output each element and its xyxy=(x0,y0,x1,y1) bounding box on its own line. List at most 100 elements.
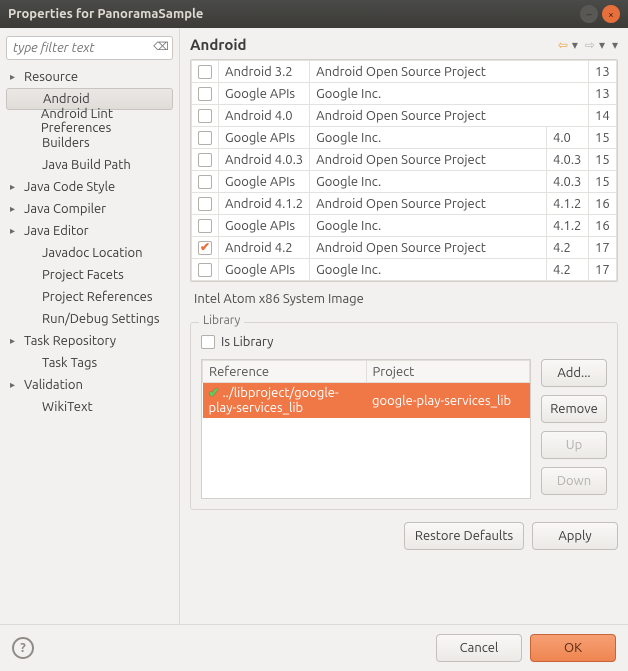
clear-filter-icon[interactable]: ⌫ xyxy=(153,40,169,56)
target-vendor: Google Inc. xyxy=(310,215,547,237)
target-vendor: Android Open Source Project xyxy=(310,105,589,127)
sidebar-item-java-code-style[interactable]: ▸Java Code Style xyxy=(6,176,173,198)
target-checkbox[interactable] xyxy=(198,87,212,101)
target-row[interactable]: Google APIsGoogle Inc.4.015 xyxy=(192,127,617,149)
library-row[interactable]: ../libproject/google-play-services_libgo… xyxy=(203,383,530,419)
target-row[interactable]: Android 4.1.2Android Open Source Project… xyxy=(192,193,617,215)
sidebar-item-wikitext[interactable]: WikiText xyxy=(6,396,173,418)
cancel-button[interactable]: Cancel xyxy=(436,634,522,662)
target-vendor: Google Inc. xyxy=(310,259,547,281)
col-reference[interactable]: Reference xyxy=(203,361,367,383)
target-name: Google APIs xyxy=(219,215,310,237)
close-icon[interactable]: × xyxy=(602,5,620,23)
sidebar-item-label: Java Code Style xyxy=(22,180,115,194)
main-panel: Android ⇦▾ ⇨▾ ▾ Android 3.2Android Open … xyxy=(180,28,628,624)
window-title: Properties for PanoramaSample xyxy=(8,7,576,21)
target-row[interactable]: Android 3.2Android Open Source Project13 xyxy=(192,61,617,83)
target-checkbox[interactable] xyxy=(198,109,212,123)
is-library-checkbox[interactable] xyxy=(201,335,215,349)
target-row[interactable]: Android 4.2Android Open Source Project4.… xyxy=(192,237,617,259)
target-api: 15 xyxy=(589,171,617,193)
filter-input[interactable] xyxy=(6,36,173,60)
sidebar-item-project-references[interactable]: Project References xyxy=(6,286,173,308)
disclosure-icon: ▸ xyxy=(10,203,22,215)
sidebar-item-label: Java Editor xyxy=(22,224,89,238)
sidebar-item-java-editor[interactable]: ▸Java Editor xyxy=(6,220,173,242)
target-vendor: Android Open Source Project xyxy=(310,193,547,215)
apply-button[interactable]: Apply xyxy=(532,522,618,550)
sidebar-item-builders[interactable]: Builders xyxy=(6,132,173,154)
target-checkbox[interactable] xyxy=(198,153,212,167)
target-checkbox[interactable] xyxy=(198,175,212,189)
target-row[interactable]: Google APIsGoogle Inc.13 xyxy=(192,83,617,105)
nav-forward-menu-icon[interactable]: ▾ xyxy=(599,39,605,52)
target-vendor: Google Inc. xyxy=(310,127,547,149)
target-name: Android 3.2 xyxy=(219,61,310,83)
target-row[interactable]: Android 4.0.3Android Open Source Project… xyxy=(192,149,617,171)
target-checkbox[interactable] xyxy=(198,197,212,211)
category-tree: ▸ResourceAndroidAndroid Lint Preferences… xyxy=(6,66,173,418)
disclosure-icon: ▸ xyxy=(10,379,22,391)
dialog-footer: ? Cancel OK xyxy=(0,624,628,671)
target-api: 17 xyxy=(589,259,617,281)
target-row[interactable]: Google APIsGoogle Inc.4.1.216 xyxy=(192,215,617,237)
sidebar-item-validation[interactable]: ▸Validation xyxy=(6,374,173,396)
sidebar: ⌫ ▸ResourceAndroidAndroid Lint Preferenc… xyxy=(0,28,180,624)
target-checkbox[interactable] xyxy=(198,263,212,277)
down-button[interactable]: Down xyxy=(541,467,607,495)
target-checkbox[interactable] xyxy=(198,241,212,255)
target-checkbox[interactable] xyxy=(198,65,212,79)
col-project[interactable]: Project xyxy=(366,361,530,383)
disclosure-icon: ▸ xyxy=(10,225,22,237)
target-api: 15 xyxy=(589,149,617,171)
sidebar-item-label: Project References xyxy=(40,290,152,304)
nav-back-icon[interactable]: ⇦ xyxy=(558,39,568,52)
library-reference: ../libproject/google-play-services_lib xyxy=(203,383,367,419)
sidebar-item-label: Validation xyxy=(22,378,83,392)
target-row[interactable]: Google APIsGoogle Inc.4.217 xyxy=(192,259,617,281)
target-version: 4.0.3 xyxy=(547,149,589,171)
target-api: 16 xyxy=(589,215,617,237)
sidebar-item-java-build-path[interactable]: Java Build Path xyxy=(6,154,173,176)
target-checkbox[interactable] xyxy=(198,219,212,233)
sidebar-item-task-repository[interactable]: ▸Task Repository xyxy=(6,330,173,352)
sidebar-item-label: Javadoc Location xyxy=(40,246,143,260)
target-version: 4.2 xyxy=(547,259,589,281)
sidebar-item-task-tags[interactable]: Task Tags xyxy=(6,352,173,374)
sidebar-item-label: Builders xyxy=(40,136,90,150)
library-table[interactable]: Reference Project ../libproject/google-p… xyxy=(202,360,530,418)
sidebar-item-label: Java Build Path xyxy=(40,158,131,172)
help-icon[interactable]: ? xyxy=(12,637,34,659)
library-group: Library Is Library Reference Project ../… xyxy=(190,322,618,510)
target-name: Google APIs xyxy=(219,171,310,193)
sidebar-item-java-compiler[interactable]: ▸Java Compiler xyxy=(6,198,173,220)
target-row[interactable]: Android 4.0Android Open Source Project14 xyxy=(192,105,617,127)
sidebar-item-label: Task Tags xyxy=(40,356,97,370)
sidebar-item-run-debug-settings[interactable]: Run/Debug Settings xyxy=(6,308,173,330)
sidebar-item-javadoc-location[interactable]: Javadoc Location xyxy=(6,242,173,264)
nav-back-menu-icon[interactable]: ▾ xyxy=(572,39,578,52)
page-title: Android xyxy=(190,36,554,53)
target-vendor: Android Open Source Project xyxy=(310,237,547,259)
target-checkbox[interactable] xyxy=(198,131,212,145)
target-api: 14 xyxy=(589,105,617,127)
target-name: Android 4.0.3 xyxy=(219,149,310,171)
minimize-icon[interactable]: – xyxy=(580,5,598,23)
build-targets-table: Android 3.2Android Open Source Project13… xyxy=(190,59,618,282)
sidebar-item-label: Run/Debug Settings xyxy=(40,312,159,326)
target-row[interactable]: Google APIsGoogle Inc.4.0.315 xyxy=(192,171,617,193)
up-button[interactable]: Up xyxy=(541,431,607,459)
sidebar-item-project-facets[interactable]: Project Facets xyxy=(6,264,173,286)
ok-button[interactable]: OK xyxy=(530,634,616,662)
restore-defaults-button[interactable]: Restore Defaults xyxy=(404,522,524,550)
target-name: Android 4.1.2 xyxy=(219,193,310,215)
nav-forward-icon[interactable]: ⇨ xyxy=(585,39,595,52)
add-button[interactable]: Add... xyxy=(541,359,607,387)
target-api: 16 xyxy=(589,193,617,215)
remove-button[interactable]: Remove xyxy=(541,395,607,423)
sidebar-item-resource[interactable]: ▸Resource xyxy=(6,66,173,88)
sidebar-item-android-lint-preferences[interactable]: Android Lint Preferences xyxy=(6,110,173,132)
page-nav: ⇦ ▾ ⇨ ▾ ▾ xyxy=(554,38,618,52)
view-menu-icon[interactable]: ▾ xyxy=(612,39,618,52)
target-version: 4.2 xyxy=(547,237,589,259)
